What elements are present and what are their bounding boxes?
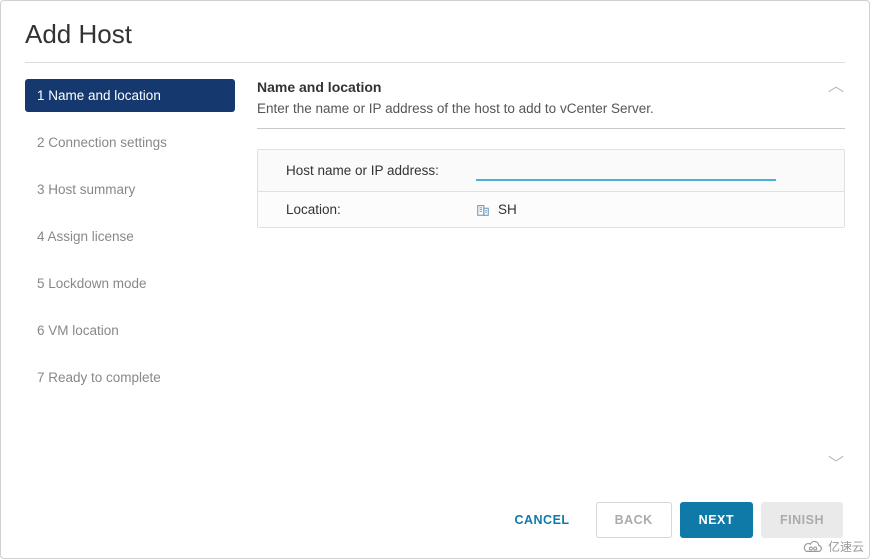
step-connection-settings: 2 Connection settings [25,126,235,159]
hostname-label: Host name or IP address: [286,163,476,178]
cloud-icon [802,539,824,555]
finish-button: FINISH [761,502,843,538]
location-row: Location: [258,192,844,227]
step-assign-license: 4 Assign license [25,220,235,253]
dialog-footer: CANCEL BACK NEXT FINISH [1,488,869,558]
wizard-sidebar: 1 Name and location 2 Connection setting… [25,79,235,478]
location-label: Location: [286,202,476,217]
add-host-dialog: Add Host ︿ ﹀ 1 Name and location 2 Conne… [0,0,870,559]
cancel-button[interactable]: CANCEL [496,503,587,537]
content-pane: Name and location Enter the name or IP a… [235,79,845,478]
dialog-title: Add Host [25,19,845,50]
dialog-header: Add Host [1,1,869,62]
step-ready-complete: 7 Ready to complete [25,361,235,394]
hostname-value-cell [476,160,816,181]
hostname-row: Host name or IP address: [258,150,844,192]
form-table: Host name or IP address: Location: [257,149,845,228]
step-name-location[interactable]: 1 Name and location [25,79,235,112]
step-host-summary: 3 Host summary [25,173,235,206]
step-lockdown-mode: 5 Lockdown mode [25,267,235,300]
back-button: BACK [596,502,672,538]
content-separator [257,128,845,129]
location-value: SH [498,202,517,217]
watermark-text: 亿速云 [828,538,864,555]
step-vm-location: 6 VM location [25,314,235,347]
content-heading: Name and location [257,79,845,95]
datacenter-icon [476,203,490,217]
location-value-cell: SH [476,202,816,217]
hostname-input[interactable] [476,160,776,181]
dialog-body: 1 Name and location 2 Connection setting… [1,63,869,488]
next-button[interactable]: NEXT [680,502,753,538]
watermark: 亿速云 [802,538,864,555]
content-description: Enter the name or IP address of the host… [257,101,845,116]
